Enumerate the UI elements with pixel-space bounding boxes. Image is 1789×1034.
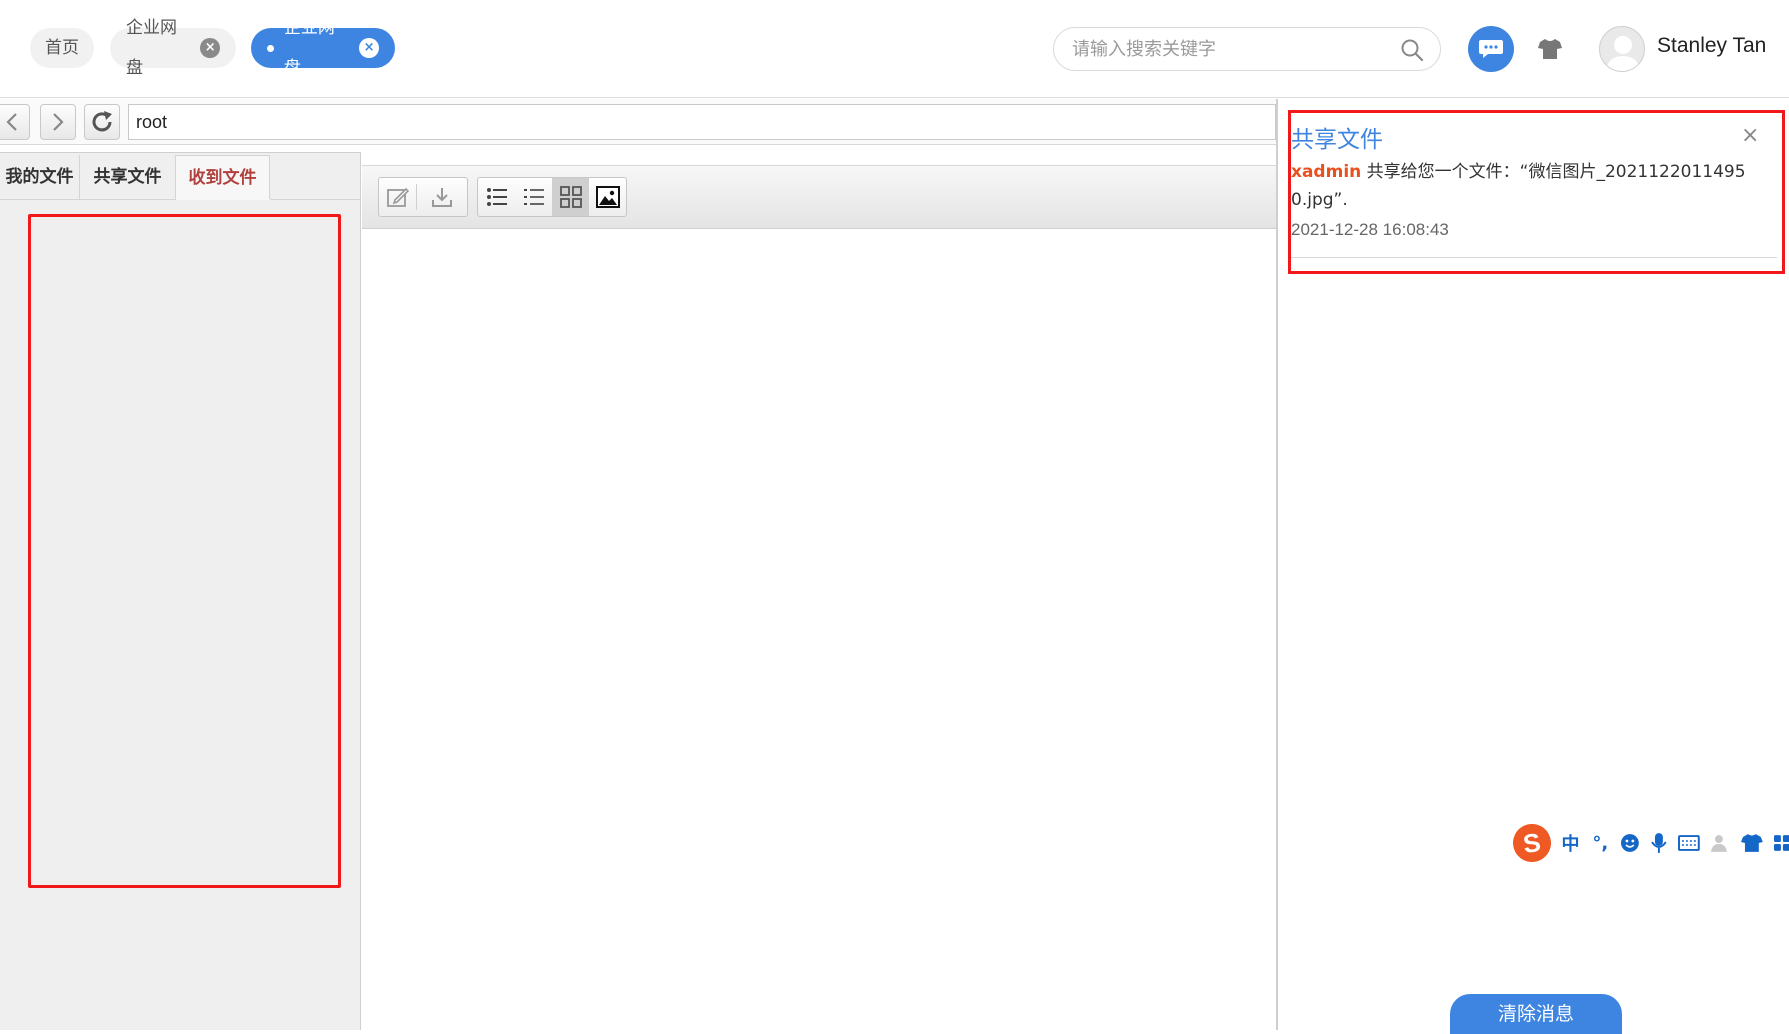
microphone-icon[interactable]	[1650, 832, 1668, 854]
action-group	[378, 177, 468, 217]
folder-pane: 我的文件 共享文件 收到文件	[0, 152, 361, 1030]
refresh-icon	[92, 111, 112, 132]
ime-toolbar: S 中 °,	[1510, 821, 1789, 865]
shirt-icon	[1538, 39, 1562, 59]
search-input[interactable]	[1072, 28, 1382, 70]
user-icon	[1606, 36, 1640, 71]
file-toolbar	[362, 165, 1276, 229]
address-bar: root	[0, 99, 1276, 145]
notification-title[interactable]: 共享文件	[1291, 120, 1383, 154]
avatar[interactable]	[1599, 26, 1645, 72]
tab-enterprise-disk[interactable]: 企业网盘 ×	[110, 18, 236, 78]
top-bar: 首页 企业网盘 × 企业网盘 × Stanley Tan	[0, 0, 1789, 98]
tab-my-files[interactable]: 我的文件	[0, 155, 80, 199]
sogou-logo-icon[interactable]: S	[1510, 821, 1554, 865]
skin-shirt-icon[interactable]	[1741, 833, 1764, 853]
keyboard-icon[interactable]	[1677, 834, 1700, 852]
list-view-button[interactable]	[478, 178, 515, 216]
thumbnail-view-button[interactable]	[589, 178, 626, 216]
tab-enterprise-disk-active[interactable]: 企业网盘 ×	[251, 18, 395, 78]
notification-message: xadmin 共享给您一个文件：“微信图片_20211220114950.jpg…	[1291, 158, 1761, 214]
emoji-icon[interactable]	[1620, 833, 1640, 853]
tab-enterprise-disk-active-label: 企业网盘	[283, 18, 335, 78]
close-icon[interactable]: ×	[1741, 123, 1759, 148]
notification-sender: xadmin	[1291, 162, 1362, 182]
download-icon	[432, 188, 452, 207]
chat-icon	[1479, 40, 1503, 58]
user-name[interactable]: Stanley Tan	[1657, 34, 1766, 58]
notification-divider	[1291, 257, 1777, 258]
back-button[interactable]	[0, 104, 30, 140]
tab-home[interactable]: 首页	[30, 28, 94, 68]
close-tab-icon[interactable]: ×	[200, 38, 220, 58]
tab-received-files[interactable]: 收到文件	[176, 155, 270, 199]
view-group	[477, 177, 627, 217]
path-input[interactable]: root	[128, 104, 1276, 140]
grid-icon	[559, 186, 582, 208]
user-settings-icon[interactable]	[1710, 833, 1732, 853]
detail-view-button[interactable]	[515, 178, 552, 216]
clear-messages-button[interactable]: 清除消息	[1450, 994, 1622, 1034]
edit-icon	[386, 187, 409, 207]
refresh-button[interactable]	[84, 104, 120, 140]
skin-button[interactable]	[1535, 34, 1565, 64]
notification-time: 2021-12-28 16:08:43	[1291, 220, 1449, 239]
tab-enterprise-disk-label: 企业网盘	[126, 18, 177, 78]
notification-panel: 共享文件 × xadmin 共享给您一个文件：“微信图片_20211220114…	[1276, 99, 1789, 1034]
active-dot-icon	[267, 44, 274, 52]
search-icon[interactable]	[1400, 38, 1424, 62]
image-view-icon	[595, 186, 620, 208]
list-icon	[486, 188, 507, 206]
tab-divider-gap	[176, 199, 270, 200]
forward-button[interactable]	[40, 104, 76, 140]
grid-view-button[interactable]	[552, 178, 589, 216]
detail-list-icon	[523, 189, 544, 205]
message-button[interactable]	[1468, 26, 1514, 72]
file-list-area[interactable]	[362, 165, 1276, 1030]
tab-shared-files[interactable]: 共享文件	[80, 155, 176, 199]
chevron-left-icon	[6, 113, 17, 131]
download-button[interactable]	[417, 178, 467, 216]
close-tab-icon[interactable]: ×	[359, 38, 379, 58]
toolbox-grid-icon[interactable]	[1773, 834, 1789, 852]
ime-punctuation-toggle[interactable]: °,	[1590, 833, 1610, 854]
search-box	[1053, 27, 1441, 71]
ime-chinese-toggle[interactable]: 中	[1561, 830, 1581, 856]
folder-tree-area[interactable]	[28, 214, 341, 888]
chevron-right-icon	[53, 113, 64, 131]
tab-home-label: 首页	[45, 38, 79, 58]
edit-button[interactable]	[379, 178, 416, 216]
